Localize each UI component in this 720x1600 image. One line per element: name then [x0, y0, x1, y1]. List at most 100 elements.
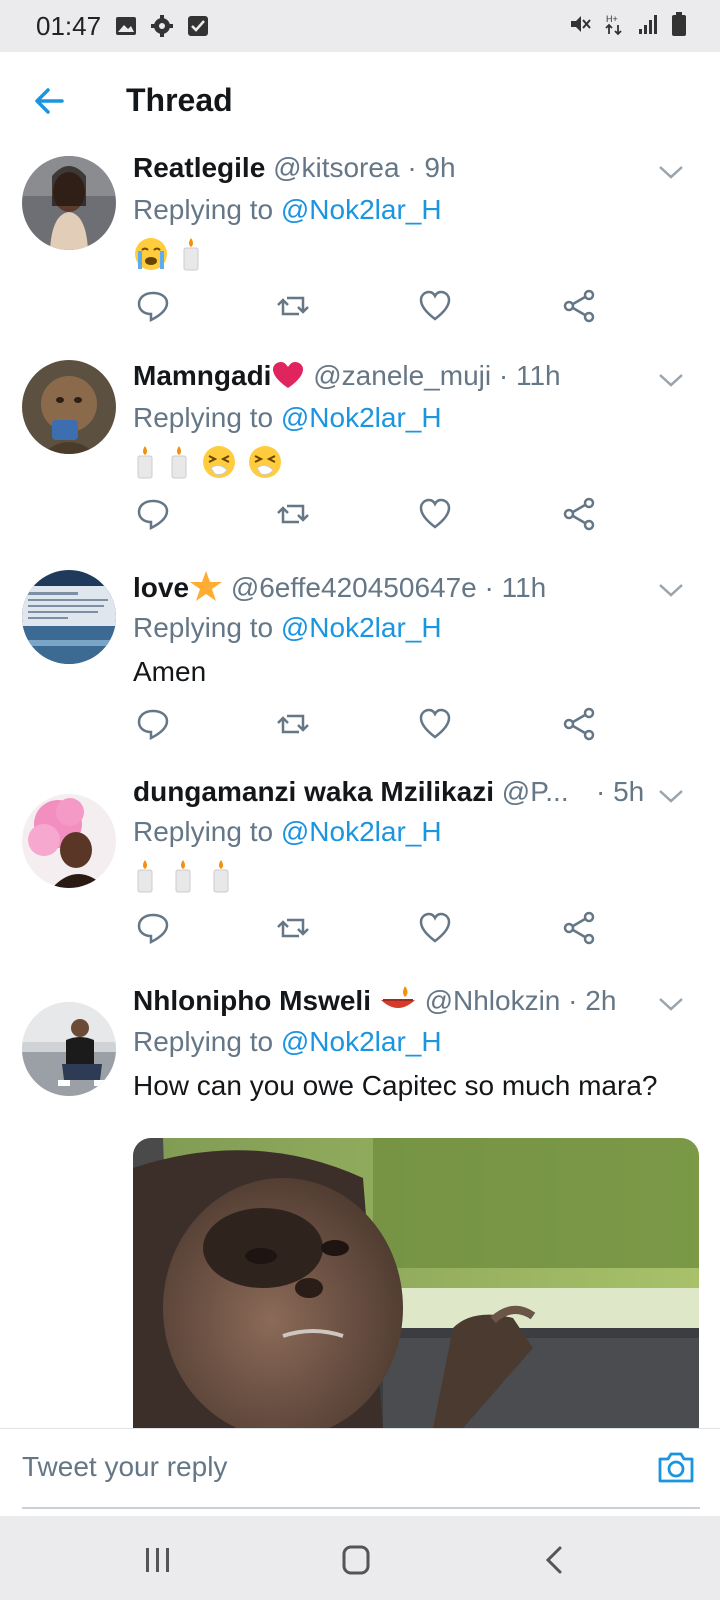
- tweet-emoji-body: [133, 858, 233, 894]
- checkbox-notification-icon: [188, 16, 209, 36]
- recent-apps-icon[interactable]: [138, 1544, 178, 1576]
- user-handle[interactable]: @Nhlokzin: [425, 985, 561, 1016]
- like-heart-icon[interactable]: [417, 288, 453, 324]
- user-handle[interactable]: @kitsorea: [273, 152, 399, 183]
- like-heart-icon[interactable]: [417, 910, 453, 946]
- replying-to: Replying to @Nok2lar_H: [133, 402, 442, 434]
- app-header: Thread: [0, 52, 720, 151]
- camera-icon[interactable]: [656, 1449, 696, 1485]
- like-heart-icon[interactable]: [417, 496, 453, 532]
- tweet-header: love @6effe420450647e · 11h: [133, 570, 546, 604]
- reply-composer: Tweet your reply: [0, 1428, 720, 1517]
- chevron-down-icon[interactable]: [658, 582, 684, 598]
- avatar[interactable]: [22, 360, 116, 454]
- tweet-actions: [133, 910, 613, 950]
- display-name[interactable]: Mamngadi: [133, 360, 271, 391]
- display-name[interactable]: Nhlonipho Msweli: [133, 985, 371, 1016]
- tweet-text: Amen: [133, 656, 207, 687]
- share-icon[interactable]: [561, 910, 597, 946]
- tweet-time: · 2h: [568, 985, 617, 1016]
- replying-to: Replying to @Nok2lar_H: [133, 612, 442, 644]
- replying-to: Replying to @Nok2lar_H: [133, 1026, 442, 1058]
- tweet-emoji-body: [133, 236, 203, 272]
- chevron-down-icon[interactable]: [658, 788, 684, 804]
- tweet-actions: [133, 706, 613, 746]
- avatar[interactable]: [22, 156, 116, 250]
- replying-prefix: Replying to: [133, 816, 274, 847]
- reply-icon[interactable]: [135, 706, 171, 742]
- red-heart-icon: [273, 362, 304, 388]
- replying-to: Replying to @Nok2lar_H: [133, 816, 442, 848]
- system-navigation-bar: [0, 1516, 720, 1600]
- retweet-icon[interactable]: [275, 910, 311, 946]
- display-name[interactable]: love: [133, 572, 189, 603]
- display-name[interactable]: Reatlegile: [133, 152, 265, 183]
- avatar[interactable]: [22, 1002, 116, 1096]
- replying-prefix: Replying to: [133, 1026, 274, 1057]
- home-icon[interactable]: [336, 1544, 376, 1576]
- replying-prefix: Replying to: [133, 612, 274, 643]
- retweet-icon[interactable]: [275, 496, 311, 532]
- replying-to-link[interactable]: @Nok2lar_H: [281, 816, 442, 847]
- reply-input[interactable]: Tweet your reply: [22, 1443, 622, 1491]
- replying-to-link[interactable]: @Nok2lar_H: [281, 612, 442, 643]
- user-handle[interactable]: @zanele_muji: [313, 360, 491, 391]
- loudly-crying-face-icon: [135, 238, 167, 270]
- candle-icon: [213, 860, 229, 893]
- tweet-text: How can you owe Capitec so much mara?: [133, 1070, 658, 1101]
- page-title: Thread: [126, 82, 233, 118]
- data-transfer-icon: H+: [605, 14, 622, 36]
- diya-lamp-icon: [380, 986, 415, 1008]
- svg-text:H+: H+: [606, 14, 618, 24]
- chevron-down-icon[interactable]: [658, 996, 684, 1012]
- avatar[interactable]: [22, 570, 116, 664]
- tweet-item[interactable]: Mamngadi @zanele_muji · 11h Replying to …: [0, 340, 720, 551]
- share-icon[interactable]: [561, 496, 597, 532]
- replying-to-link[interactable]: @Nok2lar_H: [281, 402, 442, 433]
- chevron-down-icon[interactable]: [658, 164, 684, 180]
- share-icon[interactable]: [561, 288, 597, 324]
- replying-to-link[interactable]: @Nok2lar_H: [281, 194, 442, 225]
- candle-icon: [137, 860, 153, 893]
- tweet-media-image[interactable]: [133, 1138, 699, 1428]
- sneezing-face-icon: [203, 446, 235, 478]
- replying-prefix: Replying to: [133, 402, 274, 433]
- replying-to-link[interactable]: @Nok2lar_H: [281, 1026, 442, 1057]
- candle-icon: [175, 860, 191, 893]
- gallery-icon: [116, 17, 137, 35]
- candle-icon: [171, 446, 187, 479]
- chevron-down-icon[interactable]: [658, 372, 684, 388]
- tweet-item[interactable]: love @6effe420450647e · 11h Replying to …: [0, 550, 720, 761]
- reply-input-underline: [22, 1507, 700, 1509]
- reply-icon[interactable]: [135, 288, 171, 324]
- retweet-icon[interactable]: [275, 706, 311, 742]
- replying-to: Replying to @Nok2lar_H: [133, 194, 442, 226]
- reply-icon[interactable]: [135, 496, 171, 532]
- tweet-time: · 11h: [498, 360, 561, 391]
- tweet-actions: [133, 288, 613, 328]
- tweet-item[interactable]: dungamanzi waka Mzilikazi @P... · 5h Rep…: [0, 760, 720, 981]
- tweet-actions: [133, 496, 613, 536]
- like-heart-icon[interactable]: [417, 706, 453, 742]
- avatar[interactable]: [22, 794, 116, 888]
- reply-icon[interactable]: [135, 910, 171, 946]
- tweet-item[interactable]: Reatlegile @kitsorea · 9h Replying to @N…: [0, 150, 720, 341]
- candle-icon: [137, 446, 153, 479]
- tweet-emoji-body: [133, 444, 283, 480]
- tweet-time: · 5h: [596, 776, 645, 807]
- retweet-icon[interactable]: [275, 288, 311, 324]
- candle-icon: [183, 238, 199, 271]
- back-arrow-icon[interactable]: [32, 84, 66, 118]
- sneezing-face-icon: [249, 446, 281, 478]
- display-name[interactable]: dungamanzi waka Mzilikazi: [133, 776, 494, 807]
- replying-prefix: Replying to: [133, 194, 274, 225]
- user-handle[interactable]: @6effe420450647e: [231, 572, 477, 603]
- tweet-header: dungamanzi waka Mzilikazi @P...: [133, 776, 663, 808]
- tweet-time: · 9h: [407, 152, 456, 183]
- mute-icon: [571, 16, 591, 32]
- settings-gear-icon: [151, 15, 174, 37]
- share-icon[interactable]: [561, 706, 597, 742]
- back-nav-icon[interactable]: [536, 1544, 576, 1576]
- status-bar: 01:47 H+: [0, 0, 720, 52]
- user-handle[interactable]: @P...: [502, 776, 569, 807]
